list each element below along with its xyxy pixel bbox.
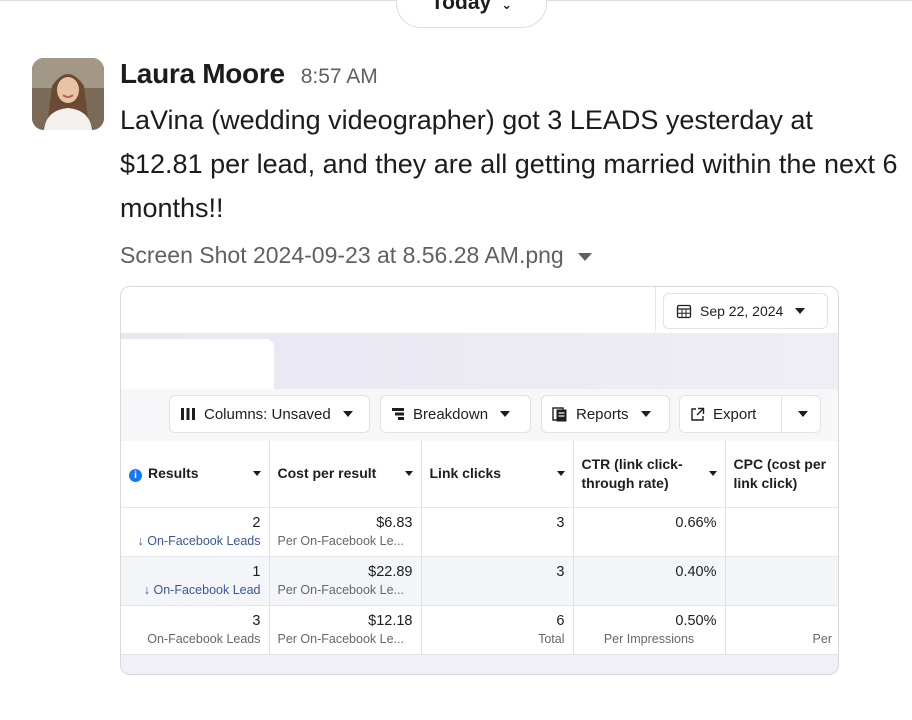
day-divider-button[interactable]: Today ⌄ xyxy=(396,0,547,28)
columns-label: Columns: Unsaved xyxy=(204,405,331,423)
message-text: LaVina (wedding videographer) got 3 LEAD… xyxy=(120,105,898,223)
cell-cpc xyxy=(725,556,838,606)
column-header-results: i Results xyxy=(121,441,270,508)
table-total-row: 3 On-Facebook Leads $12.18 Per On-Facebo… xyxy=(121,605,838,655)
attachment-name[interactable]: Screen Shot 2024-09-23 at 8.56.28 AM.png xyxy=(120,242,564,269)
results-type-link: ↓ On-Facebook Leads xyxy=(129,532,261,550)
cell-clicks: 3 xyxy=(421,556,574,606)
cell-ctr-total: 0.50% Per Impressions xyxy=(573,605,726,655)
sender-name[interactable]: Laura Moore xyxy=(120,58,285,90)
ctr-value: 0.66% xyxy=(675,514,717,531)
chevron-down-icon xyxy=(795,308,806,314)
date-range-label: Sep 22, 2024 xyxy=(700,303,784,319)
columns-button: Columns: Unsaved xyxy=(169,395,370,433)
breakdown-label: Breakdown xyxy=(413,405,489,423)
caret-down-icon xyxy=(252,471,261,477)
clicks-value: 3 xyxy=(556,514,565,531)
cost-sub-label: Per On-Facebook Le... xyxy=(277,533,404,548)
message-header: Laura Moore 8:57 AM xyxy=(120,58,378,90)
ads-results-table: i Results Cost per result Link clicks CTR… xyxy=(121,441,838,655)
export-split-divider xyxy=(781,395,782,433)
results-value: 2 xyxy=(252,514,261,531)
chevron-down-icon: ⌄ xyxy=(501,0,513,12)
cost-total-value: $12.18 xyxy=(368,612,413,629)
breakdown-button: Breakdown xyxy=(380,395,531,433)
cell-cpc-total: Per xyxy=(725,605,838,655)
ctr-total-label: Per Impressions xyxy=(603,631,695,646)
ctr-total-value: 0.50% xyxy=(675,612,717,629)
ads-active-tab xyxy=(121,339,274,389)
cost-value: $22.89 xyxy=(368,563,413,580)
clicks-value: 3 xyxy=(556,563,565,580)
cell-clicks-total: 6 Total xyxy=(421,605,574,655)
chevron-down-icon xyxy=(500,411,511,417)
cost-value: $6.83 xyxy=(376,514,413,531)
chevron-down-icon xyxy=(640,411,651,417)
results-type-label: On-Facebook Leads xyxy=(147,533,261,548)
chevron-down-icon xyxy=(342,411,353,417)
calendar-icon xyxy=(676,304,692,319)
results-type-link: ↓ On-Facebook Lead xyxy=(129,581,261,599)
cell-cost: $22.89 Per On-Facebook Le... xyxy=(269,556,422,606)
results-total-label: On-Facebook Leads xyxy=(147,631,261,646)
cost-total-label: Per On-Facebook Le... xyxy=(277,631,404,646)
ctr-value: 0.40% xyxy=(675,563,717,580)
column-header-label: CTR (link click-through rate) xyxy=(581,455,683,491)
caret-down-icon xyxy=(404,471,413,477)
column-header-link-clicks: Link clicks xyxy=(421,441,574,508)
results-total-value: 3 xyxy=(252,612,261,629)
cell-cost: $6.83 Per On-Facebook Le... xyxy=(269,507,422,557)
clicks-total-value: 6 xyxy=(556,612,565,629)
attachment-header[interactable]: Screen Shot 2024-09-23 at 8.56.28 AM.png xyxy=(120,242,592,269)
export-button: Export xyxy=(679,395,821,433)
results-type-label: On-Facebook Lead xyxy=(153,582,261,597)
column-header-label: Cost per result xyxy=(277,465,377,482)
caret-down-icon xyxy=(556,471,565,477)
table-row: 1 ↓ On-Facebook Lead $22.89 Per On-Faceb… xyxy=(121,556,838,606)
attachment-image[interactable]: Sep 22, 2024 Columns: Unsaved Breakdown xyxy=(120,286,839,675)
cell-cost-total: $12.18 Per On-Facebook Le... xyxy=(269,605,422,655)
download-icon: ↓ xyxy=(137,533,144,548)
cpc-total-label: Per xyxy=(812,631,832,646)
breakdown-icon xyxy=(392,408,404,420)
table-row: 2 ↓ On-Facebook Leads $6.83 Per On-Faceb… xyxy=(121,507,838,557)
cell-ctr: 0.40% xyxy=(573,556,726,606)
column-header-label: Link clicks xyxy=(429,465,502,482)
column-header-cost-per-result: Cost per result xyxy=(269,441,422,508)
caret-down-icon xyxy=(708,471,717,477)
export-icon xyxy=(691,407,705,421)
download-icon: ↓ xyxy=(143,582,150,597)
column-header-label: Results xyxy=(148,465,199,482)
column-header-label: CPC (cost per link click) xyxy=(733,455,827,491)
export-label: Export xyxy=(713,405,757,423)
cell-results-total: 3 On-Facebook Leads xyxy=(121,605,270,655)
message-timestamp[interactable]: 8:57 AM xyxy=(301,65,378,89)
info-icon: i xyxy=(129,469,142,483)
ads-toolbar: Columns: Unsaved Breakdown Reports Expor… xyxy=(121,389,838,441)
reports-label: Reports xyxy=(576,405,629,423)
caret-down-icon[interactable] xyxy=(577,252,592,261)
column-header-ctr: CTR (link click-through rate) xyxy=(573,441,726,508)
columns-icon xyxy=(181,408,195,420)
cell-ctr: 0.66% xyxy=(573,507,726,557)
results-value: 1 xyxy=(252,563,261,580)
table-header-row: i Results Cost per result Link clicks CTR… xyxy=(121,441,838,508)
cell-cpc xyxy=(725,507,838,557)
reports-icon xyxy=(552,406,567,421)
day-divider-label: Today xyxy=(430,0,492,14)
chevron-down-icon xyxy=(798,411,808,417)
cell-results: 1 ↓ On-Facebook Lead xyxy=(121,556,270,606)
ads-filter-bar xyxy=(121,287,656,331)
clicks-total-label: Total xyxy=(538,631,565,646)
date-range-button: Sep 22, 2024 xyxy=(663,293,828,329)
cell-results: 2 ↓ On-Facebook Leads xyxy=(121,507,270,557)
cell-clicks: 3 xyxy=(421,507,574,557)
cost-sub-label: Per On-Facebook Le... xyxy=(277,582,404,597)
column-header-cpc: CPC (cost per link click) xyxy=(725,441,838,508)
avatar[interactable] xyxy=(32,58,104,130)
reports-button: Reports xyxy=(541,395,670,433)
